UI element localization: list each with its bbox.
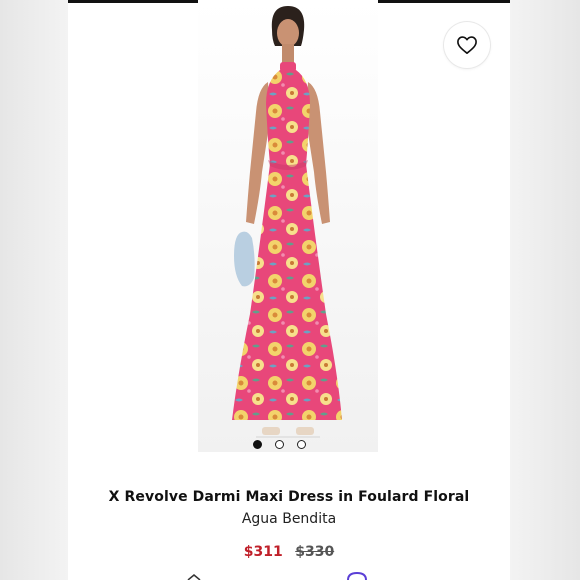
brand-name[interactable]: Agua Bendita (68, 511, 510, 527)
heart-outline-icon (457, 36, 477, 54)
carousel-dot-2[interactable] (275, 439, 284, 449)
sale-price: $311 (243, 544, 283, 560)
original-price: $330 (295, 544, 335, 560)
share-icon[interactable] (186, 574, 202, 580)
carousel-dot-3[interactable] (297, 439, 306, 449)
carousel-indicator (253, 437, 323, 451)
wishlist-button[interactable] (444, 22, 490, 68)
product-screen: X Revolve Darmi Maxi Dress in Foulard Fl… (68, 0, 510, 580)
product-title: X Revolve Darmi Maxi Dress in Foulard Fl… (108, 489, 470, 505)
price-row: $311 $330 (68, 544, 510, 560)
carousel-dot-1[interactable] (253, 439, 262, 449)
background-right-strip (510, 0, 580, 580)
product-image[interactable] (198, 0, 378, 452)
background-left-strip (0, 0, 68, 580)
chat-icon[interactable] (346, 572, 368, 580)
